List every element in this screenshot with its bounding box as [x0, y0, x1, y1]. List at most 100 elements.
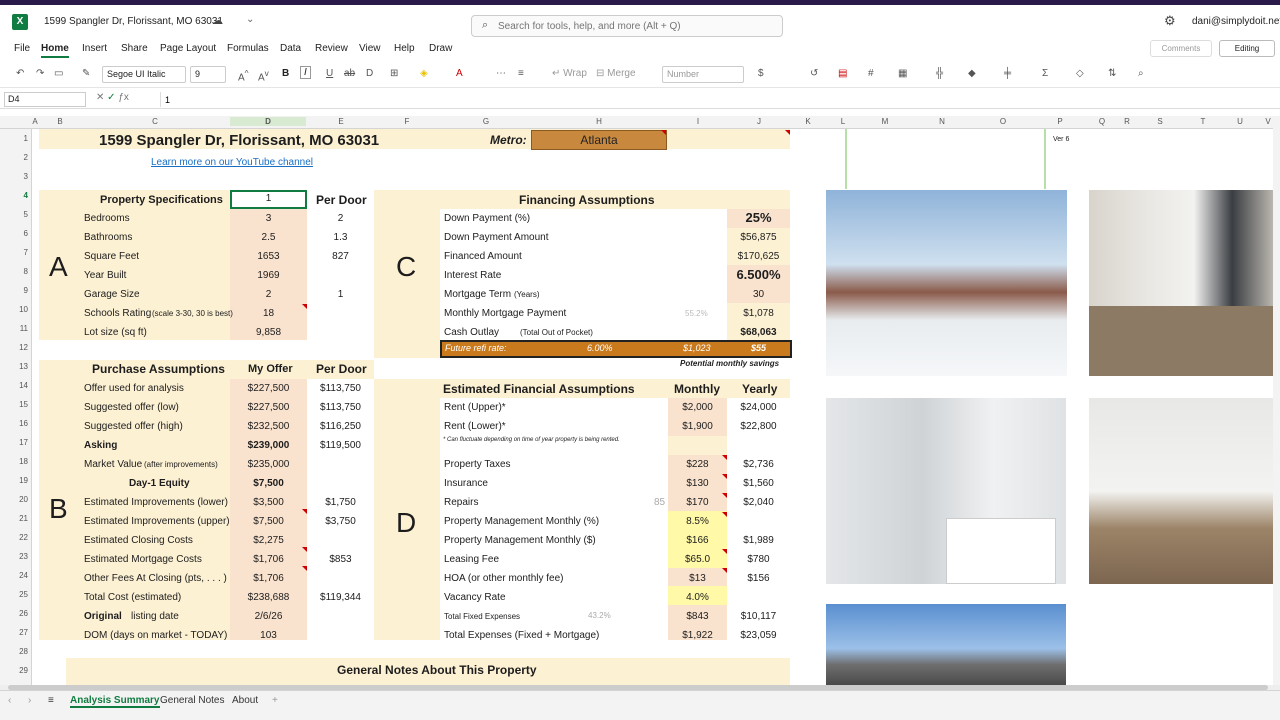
offer-value[interactable]: $2,275: [230, 535, 307, 546]
menu-review[interactable]: Review: [315, 43, 348, 54]
confirm-icon[interactable]: ✓: [107, 92, 115, 103]
expense-monthly[interactable]: $170: [668, 497, 727, 508]
financing-value[interactable]: 6.500%: [727, 267, 790, 282]
format-cells-icon[interactable]: ╪: [1004, 68, 1011, 79]
row-header-28[interactable]: 28: [0, 647, 28, 656]
refi-rate[interactable]: 6.00%: [587, 343, 613, 353]
menu-file[interactable]: File: [14, 43, 30, 54]
menu-page-layout[interactable]: Page Layout: [160, 43, 216, 54]
menu-help[interactable]: Help: [394, 43, 415, 54]
row-header-24[interactable]: 24: [0, 571, 28, 580]
gear-icon[interactable]: ⚙: [1164, 13, 1176, 29]
column-header-f[interactable]: F: [401, 117, 413, 126]
offer-value[interactable]: $235,000: [230, 459, 307, 470]
row-header-5[interactable]: 5: [0, 210, 28, 219]
expense-monthly[interactable]: $130: [668, 478, 727, 489]
row-header-15[interactable]: 15: [0, 400, 28, 409]
column-header-q[interactable]: Q: [1096, 117, 1108, 126]
row-header-19[interactable]: 19: [0, 476, 28, 485]
decimal-icon[interactable]: ↺: [810, 68, 818, 79]
column-header-d[interactable]: D: [230, 117, 306, 126]
row-header-14[interactable]: 14: [0, 381, 28, 390]
row-header-21[interactable]: 21: [0, 514, 28, 523]
comments-button[interactable]: Comments: [1150, 40, 1212, 57]
column-header-l[interactable]: L: [837, 117, 849, 126]
offer-value[interactable]: $1,706: [230, 573, 307, 584]
offer-value[interactable]: $238,688: [230, 592, 307, 603]
row-header-27[interactable]: 27: [0, 628, 28, 637]
tab-about[interactable]: About: [232, 695, 258, 706]
menu-formulas[interactable]: Formulas: [227, 43, 269, 54]
fx-icon[interactable]: ƒx: [118, 92, 129, 103]
row-header-4[interactable]: 4: [0, 191, 28, 200]
conditional-format-icon[interactable]: ▤: [838, 68, 847, 79]
column-header-k[interactable]: K: [802, 117, 814, 126]
offer-value[interactable]: $232,500: [230, 421, 307, 432]
tab-analysis-summary[interactable]: Analysis Summary: [70, 695, 160, 708]
worksheet-grid[interactable]: 1599 Spangler Dr, Florissant, MO 63031 L…: [33, 129, 1280, 685]
column-header-s[interactable]: S: [1154, 117, 1166, 126]
delete-cells-icon[interactable]: ◆: [968, 68, 976, 79]
column-header-u[interactable]: U: [1234, 117, 1246, 126]
autosum-icon[interactable]: Σ: [1042, 68, 1048, 79]
expense-monthly[interactable]: $65.0: [668, 554, 727, 565]
row-header-18[interactable]: 18: [0, 457, 28, 466]
offer-value[interactable]: $239,000: [230, 440, 307, 451]
column-header-b[interactable]: B: [54, 117, 66, 126]
column-header-m[interactable]: M: [879, 117, 891, 126]
column-header-c[interactable]: C: [149, 117, 161, 126]
tab-general-notes[interactable]: General Notes: [160, 695, 224, 706]
offer-value[interactable]: $227,500: [230, 402, 307, 413]
column-header-o[interactable]: O: [997, 117, 1009, 126]
wrap-icon[interactable]: ↵ Wrap: [552, 68, 587, 79]
cloud-saved-icon[interactable]: ☁: [212, 14, 223, 27]
spec-value[interactable]: 1653: [230, 251, 307, 262]
formula-input[interactable]: [160, 92, 1260, 107]
row-header-25[interactable]: 25: [0, 590, 28, 599]
cancel-icon[interactable]: ✕: [96, 92, 104, 103]
cell-styles-icon[interactable]: ▦: [898, 68, 907, 79]
row-header-29[interactable]: 29: [0, 666, 28, 675]
format-table-icon[interactable]: #: [868, 68, 874, 79]
column-header-p[interactable]: P: [1054, 117, 1066, 126]
sort-filter-icon[interactable]: ⇅: [1108, 68, 1116, 79]
youtube-link[interactable]: Learn more on our YouTube channel: [151, 157, 313, 168]
expense-monthly[interactable]: $843: [668, 611, 727, 622]
tab-next-icon[interactable]: ›: [28, 695, 31, 706]
font-color-icon[interactable]: A: [456, 68, 463, 79]
expense-monthly[interactable]: $228: [668, 459, 727, 470]
chevron-down-icon[interactable]: ⌄: [246, 14, 254, 25]
row-header-17[interactable]: 17: [0, 438, 28, 447]
row-header-10[interactable]: 10: [0, 305, 28, 314]
font-size-select[interactable]: 9: [190, 66, 226, 83]
row-header-2[interactable]: 2: [0, 153, 28, 162]
user-account[interactable]: dani@simplydoit.net: [1192, 16, 1280, 27]
currency-icon[interactable]: $: [758, 68, 764, 79]
editing-mode-button[interactable]: Editing: [1219, 40, 1275, 57]
insert-cells-icon[interactable]: ╬: [936, 68, 943, 79]
subscript-icon[interactable]: D: [366, 68, 373, 79]
undo-icon[interactable]: ↶: [16, 68, 24, 79]
financing-value[interactable]: 25%: [727, 210, 790, 225]
more-options-icon[interactable]: ⋯: [496, 68, 506, 79]
row-header-20[interactable]: 20: [0, 495, 28, 504]
paste-icon[interactable]: ▭: [54, 68, 63, 79]
column-header-a[interactable]: A: [29, 117, 41, 126]
row-header-1[interactable]: 1: [0, 134, 28, 143]
sheet-list-icon[interactable]: ≡: [48, 695, 54, 706]
expense-monthly[interactable]: $1,922: [668, 630, 727, 641]
number-format-select[interactable]: Number: [662, 66, 744, 83]
row-header-13[interactable]: 13: [0, 362, 28, 371]
row-header-3[interactable]: 3: [0, 172, 28, 181]
expense-monthly[interactable]: $13: [668, 573, 727, 584]
underline-icon[interactable]: U: [326, 68, 333, 79]
row-header-11[interactable]: 11: [0, 324, 28, 333]
row-header-9[interactable]: 9: [0, 286, 28, 295]
align-icon[interactable]: ≡: [518, 68, 524, 79]
column-header-j[interactable]: J: [753, 117, 765, 126]
name-box[interactable]: D4: [4, 92, 86, 107]
format-painter-icon[interactable]: ✎: [82, 68, 90, 79]
row-header-16[interactable]: 16: [0, 419, 28, 428]
column-header-r[interactable]: R: [1121, 117, 1133, 126]
borders-icon[interactable]: ⊞: [390, 68, 398, 79]
